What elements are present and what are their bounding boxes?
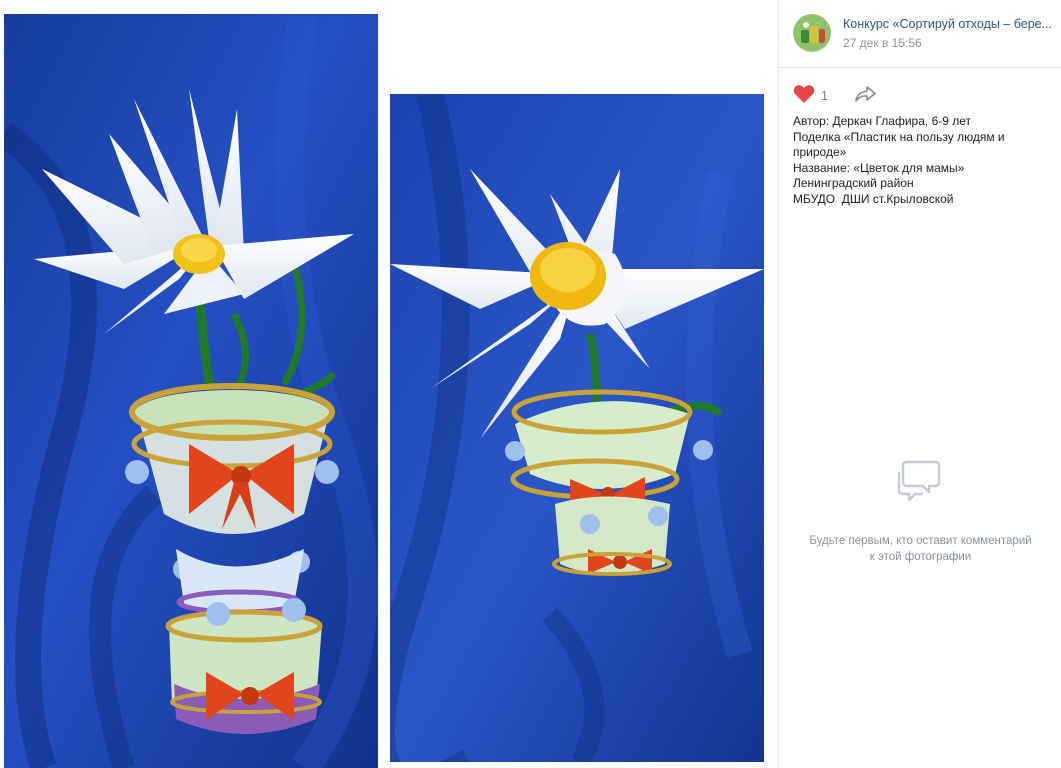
photo-description: Автор: Деркач Глафира, 6-9 лет Поделка «… <box>793 114 1055 207</box>
community-name-link[interactable]: Конкурс «Сортируй отходы – бере... <box>843 17 1058 31</box>
comments-icon <box>893 460 949 508</box>
like-button[interactable]: 1 <box>793 84 828 109</box>
description-line: МБУДО ДШИ ст.Крыловской <box>793 191 954 206</box>
post-header: Конкурс «Сортируй отходы – бере... 27 де… <box>779 0 1061 68</box>
photo-info-panel: Конкурс «Сортируй отходы – бере... 27 де… <box>778 0 1061 768</box>
description-line: Автор: Деркач Глафира, 6-9 лет <box>793 114 972 128</box>
photo-left-image <box>4 14 378 768</box>
share-arrow-icon <box>854 85 876 108</box>
heart-icon <box>793 84 815 109</box>
photo-flower-vase-angle[interactable] <box>390 94 764 762</box>
comments-empty-text: Будьте первым, кто оставит комментарий к… <box>809 535 1032 563</box>
description-line: Название: «Цветок для мамы» <box>793 160 965 175</box>
description-line: Поделка «Пластик на пользу людям и приро… <box>793 129 1008 160</box>
description-line: Ленинградский район <box>793 176 914 190</box>
community-avatar[interactable] <box>793 14 831 52</box>
share-button[interactable] <box>854 85 876 108</box>
photo-flower-vase-front[interactable] <box>4 14 378 768</box>
post-actions: 1 <box>793 84 876 108</box>
photo-viewer[interactable] <box>0 0 778 768</box>
like-count: 1 <box>821 89 828 103</box>
post-date[interactable]: 27 дек в 15:56 <box>843 36 922 50</box>
comments-empty-state: Будьте первым, кто оставит комментарий к… <box>779 454 1061 565</box>
photo-right-image <box>390 94 764 762</box>
